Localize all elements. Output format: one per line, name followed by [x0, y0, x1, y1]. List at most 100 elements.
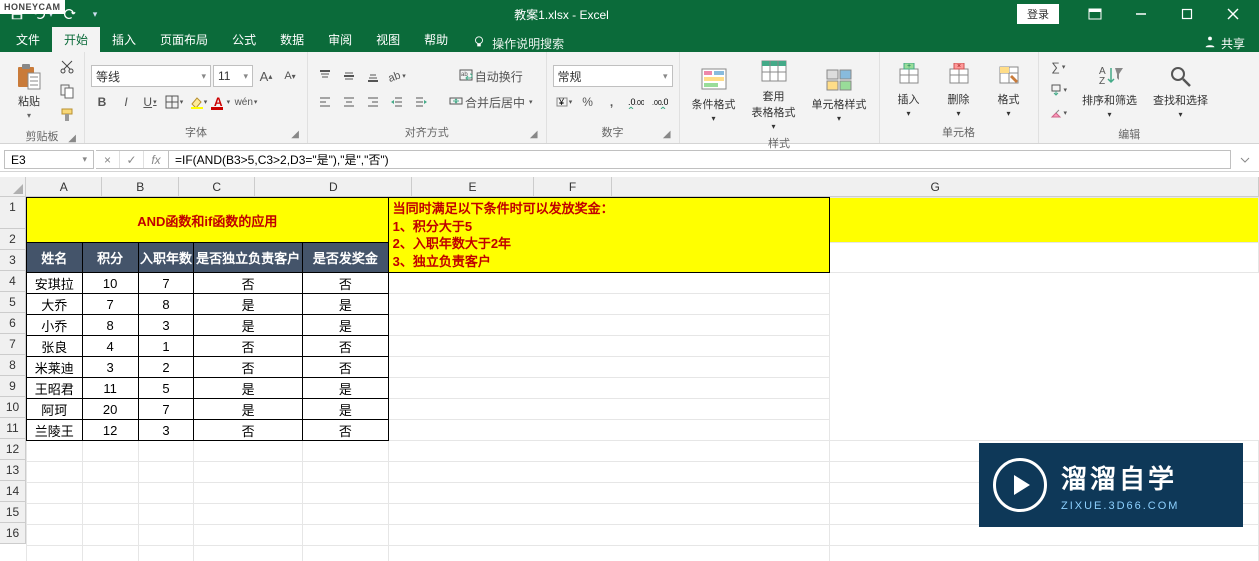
cancel-formula-icon[interactable]: ×	[96, 151, 120, 168]
fill-color-icon[interactable]: ▾	[187, 91, 209, 113]
cell[interactable]: 是	[194, 378, 303, 399]
decrease-indent-icon[interactable]	[386, 91, 408, 113]
tab-layout[interactable]: 页面布局	[148, 27, 220, 52]
cell[interactable]: 8	[138, 294, 194, 315]
expand-formula-bar-icon[interactable]	[1235, 150, 1255, 169]
cell[interactable]: 是	[194, 294, 303, 315]
cell[interactable]: 小乔	[27, 315, 83, 336]
cell[interactable]: 3	[138, 420, 194, 441]
row-header[interactable]: 11	[0, 418, 25, 439]
col-header[interactable]: G	[612, 177, 1259, 196]
number-format-combo[interactable]: 常规▾	[553, 65, 673, 87]
delete-cells-button[interactable]: ×删除▾	[936, 59, 982, 120]
font-size-combo[interactable]: 11▾	[213, 65, 253, 87]
cell[interactable]: 否	[194, 336, 303, 357]
merge-center-button[interactable]: 合并后居中 ▾	[442, 91, 540, 113]
cell[interactable]: 否	[303, 273, 388, 294]
cell[interactable]: 阿珂	[27, 399, 83, 420]
alignment-dialog-icon[interactable]: ◢	[530, 129, 538, 140]
align-middle-icon[interactable]	[338, 65, 360, 87]
bold-icon[interactable]: B	[91, 91, 113, 113]
paste-button[interactable]: 粘贴 ▾	[6, 61, 52, 122]
decrease-decimal-icon[interactable]: .00.0	[649, 91, 671, 113]
clipboard-dialog-icon[interactable]: ◢	[68, 133, 76, 144]
row-header[interactable]: 10	[0, 397, 25, 418]
insert-cells-button[interactable]: +插入▾	[886, 59, 932, 120]
align-bottom-icon[interactable]	[362, 65, 384, 87]
cell[interactable]: 否	[194, 357, 303, 378]
format-cells-button[interactable]: 格式▾	[986, 59, 1032, 120]
col-header[interactable]: E	[412, 177, 534, 196]
row-header[interactable]: 3	[0, 250, 25, 271]
tab-file[interactable]: 文件	[4, 27, 52, 52]
minimize-icon[interactable]	[1119, 0, 1163, 28]
fill-icon[interactable]: ▾	[1045, 79, 1073, 101]
enter-formula-icon[interactable]: ✓	[120, 151, 144, 168]
cell[interactable]: 是	[303, 315, 388, 336]
font-dialog-icon[interactable]: ◢	[291, 129, 299, 140]
align-left-icon[interactable]	[314, 91, 336, 113]
italic-icon[interactable]: I	[115, 91, 137, 113]
col-header[interactable]: B	[102, 177, 178, 196]
close-icon[interactable]	[1211, 0, 1255, 28]
table-header[interactable]: 姓名	[27, 243, 83, 273]
accounting-icon[interactable]: ¥▾	[553, 91, 575, 113]
row-header[interactable]: 13	[0, 460, 25, 481]
table-header[interactable]: 入职年数	[138, 243, 194, 273]
tab-data[interactable]: 数据	[268, 27, 316, 52]
number-dialog-icon[interactable]: ◢	[663, 129, 671, 140]
phonetic-icon[interactable]: wén▾	[235, 91, 257, 113]
cell[interactable]: 否	[194, 420, 303, 441]
underline-icon[interactable]: U▾	[139, 91, 161, 113]
cell[interactable]: 7	[138, 399, 194, 420]
increase-decimal-icon[interactable]: .0.00	[625, 91, 647, 113]
row-header[interactable]: 16	[0, 523, 25, 544]
cell[interactable]: 否	[194, 273, 303, 294]
row-header[interactable]: 4	[0, 271, 25, 292]
cell[interactable]: 10	[82, 273, 138, 294]
tell-me[interactable]: 操作说明搜索	[460, 35, 576, 52]
row-header[interactable]: 6	[0, 313, 25, 334]
cell[interactable]: 3	[138, 315, 194, 336]
cell[interactable]: 5	[138, 378, 194, 399]
col-header[interactable]: D	[255, 177, 412, 196]
cell[interactable]: 是	[194, 315, 303, 336]
ribbon-display-icon[interactable]	[1073, 0, 1117, 28]
share-button[interactable]: 共享	[1203, 35, 1259, 52]
maximize-icon[interactable]	[1165, 0, 1209, 28]
wrap-text-button[interactable]: ab 自动换行	[442, 65, 540, 87]
table-header[interactable]: 是否独立负责客户	[194, 243, 303, 273]
cell[interactable]: 米莱迪	[27, 357, 83, 378]
cell[interactable]: 8	[82, 315, 138, 336]
table-header[interactable]: 积分	[82, 243, 138, 273]
increase-font-icon[interactable]: A▴	[255, 65, 277, 87]
name-box[interactable]: E3▾	[4, 150, 94, 169]
cell[interactable]: 2	[138, 357, 194, 378]
align-right-icon[interactable]	[362, 91, 384, 113]
comma-icon[interactable]: ,	[601, 91, 623, 113]
clear-icon[interactable]: ▾	[1045, 102, 1073, 124]
font-color-icon[interactable]: A▾	[211, 91, 233, 113]
cell[interactable]: 是	[194, 399, 303, 420]
border-icon[interactable]: ▾	[163, 91, 185, 113]
row-header[interactable]: 8	[0, 355, 25, 376]
tab-help[interactable]: 帮助	[412, 27, 460, 52]
align-top-icon[interactable]	[314, 65, 336, 87]
tab-insert[interactable]: 插入	[100, 27, 148, 52]
autosum-icon[interactable]: ∑▾	[1045, 56, 1073, 78]
row-header[interactable]: 2	[0, 229, 25, 250]
decrease-font-icon[interactable]: A▾	[279, 65, 301, 87]
align-center-icon[interactable]	[338, 91, 360, 113]
cell[interactable]: 张良	[27, 336, 83, 357]
tab-review[interactable]: 审阅	[316, 27, 364, 52]
cell-styles-button[interactable]: 单元格样式▾	[806, 64, 873, 125]
cell[interactable]: 兰陵王	[27, 420, 83, 441]
cell[interactable]: 11	[82, 378, 138, 399]
row-header[interactable]: 12	[0, 439, 25, 460]
cell[interactable]: 否	[303, 336, 388, 357]
note-cell[interactable]: 当同时满足以下条件时可以发放奖金： 1、积分大于5 2、入职年数大于2年 3、独…	[388, 198, 829, 273]
cell[interactable]: 否	[303, 357, 388, 378]
row-header[interactable]: 7	[0, 334, 25, 355]
row-headers[interactable]: 12345678910111213141516	[0, 197, 26, 544]
percent-icon[interactable]: %	[577, 91, 599, 113]
